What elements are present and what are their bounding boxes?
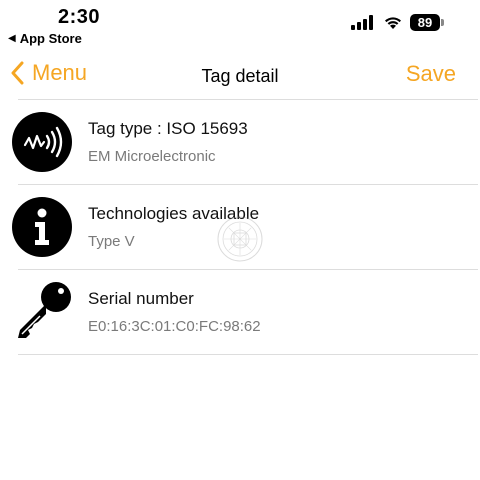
save-button[interactable]: Save <box>406 61 456 87</box>
tag-type-value: EM Microelectronic <box>88 148 216 165</box>
battery-icon: 89 <box>410 14 444 31</box>
list-item-serial-number[interactable]: Serial number E0:16:3C:01:C0:FC:98:62 <box>0 270 480 354</box>
watermark-emblem-icon <box>217 216 263 262</box>
status-time: 2:30 <box>58 6 101 28</box>
battery-cap <box>441 19 444 26</box>
back-triangle-icon: ◀ <box>8 33 16 44</box>
tag-type-title: Tag type : ISO 15693 <box>88 119 248 138</box>
battery-level: 89 <box>417 15 433 30</box>
back-app-label: App Store <box>19 31 82 46</box>
serial-number-title: Serial number <box>88 289 194 308</box>
back-to-app-store-link[interactable]: ◀ App Store <box>8 31 82 46</box>
info-icon <box>12 197 72 257</box>
list-item-tag-type[interactable]: Tag type : ISO 15693 EM Microelectronic <box>0 100 480 184</box>
nfc-wave-icon <box>12 112 72 172</box>
technologies-value: Type V <box>88 233 135 250</box>
wifi-icon <box>385 17 401 29</box>
cellular-signal-icon <box>351 15 375 30</box>
row-divider <box>18 354 478 355</box>
tag-detail-screen: 2:30 ◀ App Store 89 Menu Tag detail Save <box>0 0 480 480</box>
status-icons: 89 <box>351 14 444 31</box>
key-icon <box>18 282 71 338</box>
serial-number-value: E0:16:3C:01:C0:FC:98:62 <box>88 318 261 335</box>
